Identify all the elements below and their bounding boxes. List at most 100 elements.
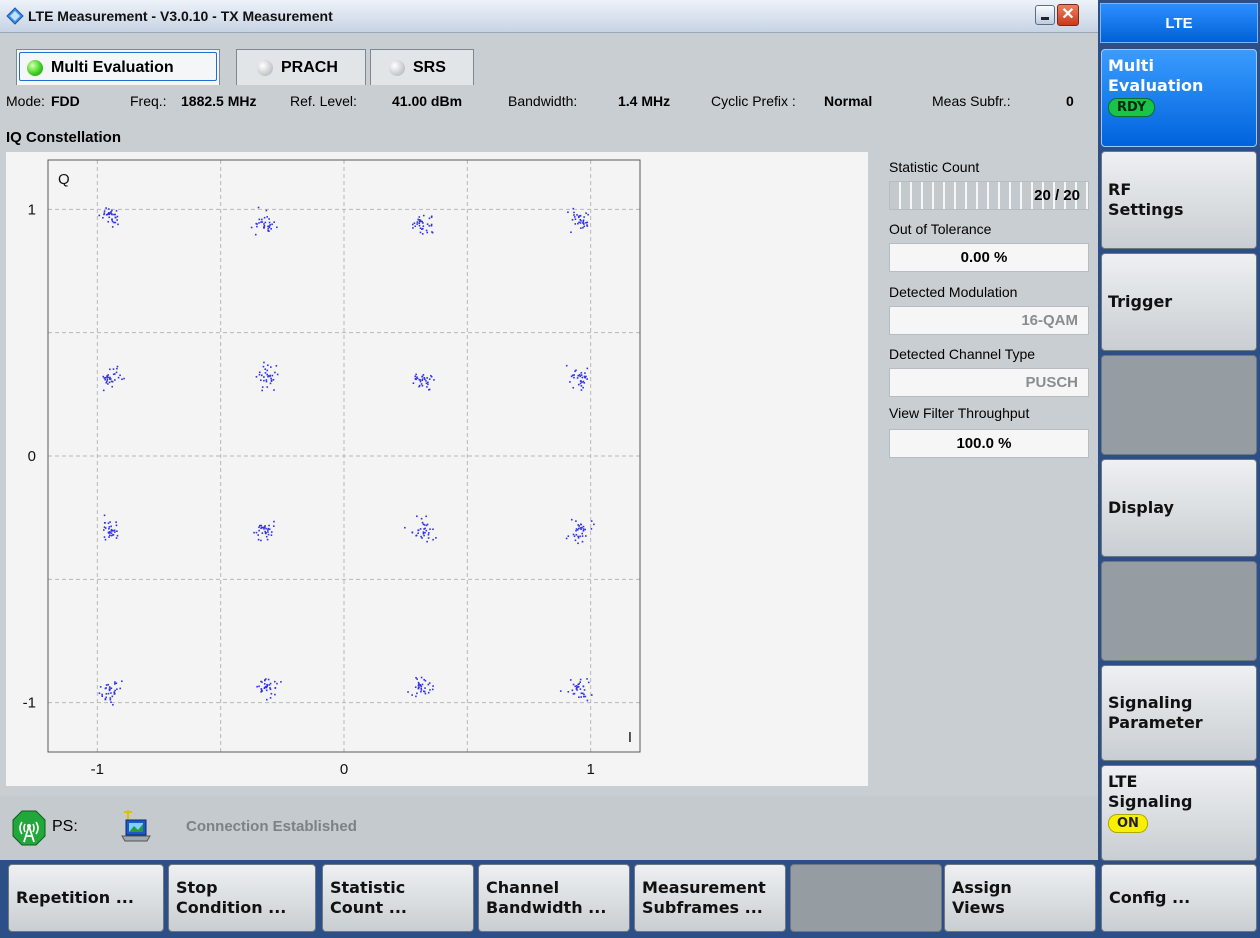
iq-sample-dot [269,688,272,691]
iq-sample-dot [258,218,261,221]
softkey-label: Settings [1108,200,1184,219]
iq-sample-dot [420,689,423,691]
constellation-point [559,678,593,702]
iq-sample-dot [117,376,120,379]
iq-sample-dot [584,535,587,537]
cyclic-prefix-label: Cyclic Prefix : [711,93,796,109]
iq-sample-dot [263,379,265,382]
softkey-lte-signaling[interactable]: LTE Signaling ON [1101,765,1257,861]
iq-sample-dot [582,220,585,223]
iq-sample-dot [256,685,258,688]
iq-sample-dot [565,537,568,540]
iq-sample-dot [573,216,576,218]
iq-sample-dot [115,682,118,685]
softkey-display[interactable]: Display [1101,459,1257,557]
iq-sample-dot [104,538,107,541]
minimize-button[interactable] [1035,5,1055,25]
iq-sample-dot [263,226,265,228]
iq-sample-dot [575,685,578,687]
ref-level-label: Ref. Level: [290,93,357,109]
softkey-empty-bottom[interactable] [790,864,942,932]
iq-sample-dot [580,696,582,698]
iq-sample-dot [99,686,102,688]
iq-sample-dot [109,697,112,699]
iq-sample-dot [423,377,426,379]
softkey-measurement-subframes[interactable]: Measurement Subframes ... [634,864,786,932]
iq-sample-dot [422,222,424,224]
softkey-assign-views[interactable]: Assign Views [944,864,1096,932]
iq-sample-dot [113,529,116,532]
iq-sample-dot [265,686,268,689]
softkey-trigger[interactable]: Trigger [1101,253,1257,351]
iq-sample-dot [579,218,582,221]
softkey-rf-settings[interactable]: RF Settings [1101,151,1257,249]
softkey-repetition[interactable]: Repetition ... [8,864,164,932]
iq-sample-dot [578,696,580,699]
iq-sample-dot [109,688,111,690]
constellation-point [250,206,278,236]
iq-sample-dot [106,378,109,381]
close-button[interactable]: ✕ [1057,4,1079,26]
iq-sample-dot [586,378,588,380]
iq-sample-dot [570,231,572,234]
iq-sample-dot [263,376,265,378]
softkey-label: Views [952,898,1005,917]
iq-sample-dot [266,216,268,218]
iq-sample-dot [431,688,434,691]
iq-sample-dot [103,212,106,214]
iq-sample-dot [425,380,427,382]
iq-sample-dot [584,695,587,698]
constellation-point [404,515,437,543]
softkey-channel-bandwidth[interactable]: Channel Bandwidth ... [478,864,630,932]
iq-sample-dot [267,225,269,228]
softkey-signaling-parameter[interactable]: Signaling Parameter [1101,665,1257,761]
iq-sample-dot [414,225,417,228]
iq-sample-dot [276,226,278,229]
iq-sample-dot [107,683,110,686]
iq-sample-dot [111,218,113,220]
constellation-point [253,520,275,542]
iq-sample-dot [415,373,417,376]
constellation-point [103,514,119,541]
iq-sample-dot [572,683,575,686]
iq-sample-dot [575,529,577,532]
softkey-multi-evaluation[interactable]: Multi Evaluation RDY [1101,49,1257,147]
iq-sample-dot [113,683,116,685]
tab-multi-evaluation[interactable]: Multi Evaluation [16,49,220,85]
iq-sample-dot [102,216,104,219]
iq-sample-dot [586,224,588,226]
softkey-statistic-count[interactable]: Statistic Count ... [322,864,474,932]
softkey-config[interactable]: Config ... [1101,864,1257,932]
iq-sample-dot [590,520,593,522]
iq-sample-dot [266,369,269,372]
tab-srs[interactable]: SRS [370,49,474,85]
detected-channel-type-value: PUSCH [889,368,1089,397]
softkey-stop-condition[interactable]: Stop Condition ... [168,864,316,932]
softkey-label: Channel [486,878,560,897]
softkey-empty-1[interactable] [1101,355,1257,455]
iq-sample-dot [107,220,110,223]
iq-sample-dot [261,389,263,392]
cyclic-prefix-value: Normal [824,93,873,109]
softkey-label: Multi [1108,56,1154,75]
tab-prach[interactable]: PRACH [236,49,366,85]
iq-sample-dot [114,531,116,533]
iq-sample-dot [110,532,113,534]
iq-sample-dot [428,378,431,380]
iq-sample-dot [269,374,272,377]
iq-sample-dot [415,695,417,698]
iq-sample-dot [267,375,269,378]
softkey-label: Evaluation [1108,76,1204,95]
view-filter-throughput-value: 100.0 % [889,429,1089,458]
iq-sample-dot [580,227,582,229]
status-badge-rdy: RDY [1108,98,1156,117]
iq-sample-dot [272,525,275,527]
iq-sample-dot [115,537,118,539]
softkey-empty-2[interactable] [1101,561,1257,661]
iq-sample-dot [414,377,417,380]
iq-sample-dot [269,682,272,685]
iq-sample-dot [426,386,428,388]
iq-sample-dot [572,693,575,695]
iq-sample-dot [265,689,268,692]
detected-modulation-value: 16-QAM [889,306,1089,335]
